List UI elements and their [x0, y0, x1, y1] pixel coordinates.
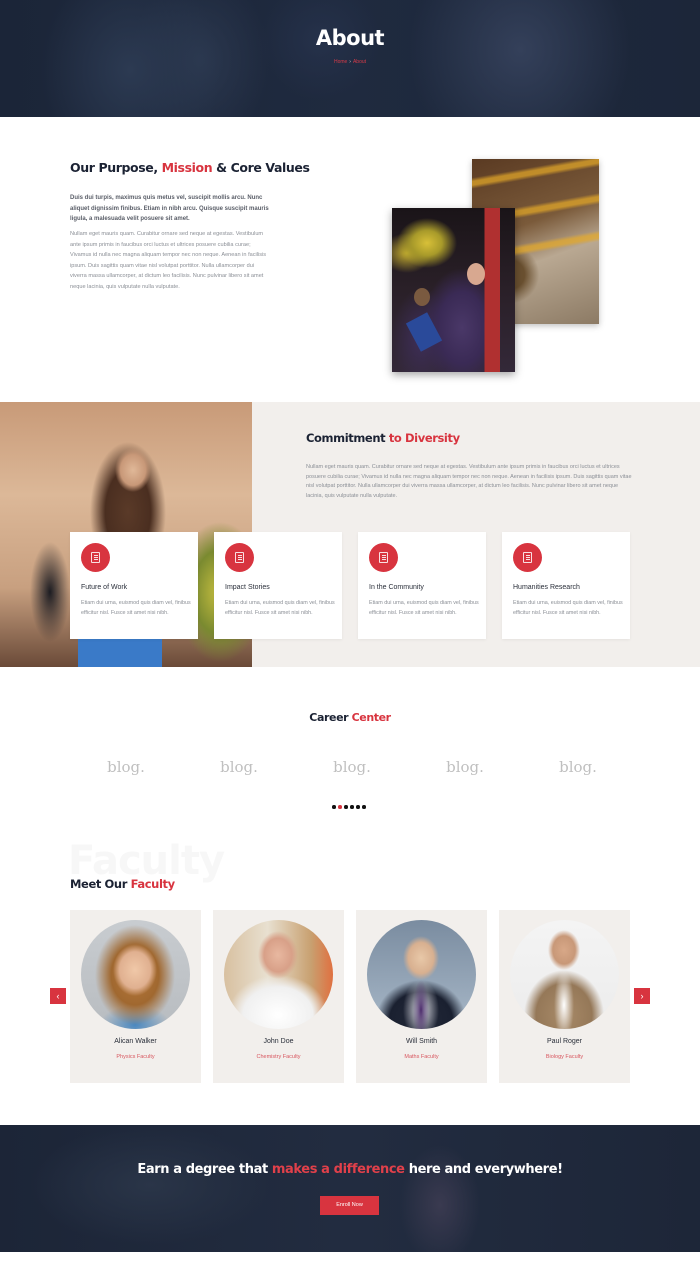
info-card-impact-stories[interactable]: Impact Stories Etiam dui urna, euismod q…	[214, 532, 342, 639]
info-card-future-of-work[interactable]: Future of Work Etiam dui urna, euismod q…	[70, 532, 198, 639]
diversity-heading: Commitment to Diversity	[306, 431, 460, 445]
partner-logo[interactable]: blog.	[435, 758, 495, 776]
diversity-heading-part: Commitment	[306, 431, 389, 445]
faculty-heading: Meet Our Faculty	[70, 877, 175, 891]
purpose-heading-part: & Core Values	[212, 160, 310, 175]
document-icon	[225, 543, 254, 572]
info-card-text: Etiam dui urna, euismod quis diam vel, f…	[369, 600, 479, 616]
info-card-title: Impact Stories	[225, 584, 270, 591]
career-heading-part: Career	[309, 711, 352, 724]
info-card-title: Future of Work	[81, 584, 128, 591]
info-card-title: Humanities Research	[513, 584, 580, 591]
chevron-right-icon: ›	[640, 991, 644, 1001]
faculty-name: Alican Walker	[114, 1038, 157, 1045]
faculty-heading-part: Meet Our	[70, 877, 131, 891]
partner-logo[interactable]: blog.	[548, 758, 608, 776]
page-title: About	[315, 26, 385, 50]
faculty-card[interactable]: Alican Walker Physics Faculty	[70, 910, 201, 1083]
faculty-next-button[interactable]: ›	[634, 988, 650, 1004]
carousel-dot[interactable]	[338, 805, 342, 809]
info-card-in-the-community[interactable]: In the Community Etiam dui urna, euismod…	[358, 532, 486, 639]
career-heading-accent: Center	[351, 711, 392, 724]
info-card-text: Etiam dui urna, euismod quis diam vel, f…	[225, 600, 335, 616]
diversity-body-text: Nullam eget mauris quam. Curabitur ornar…	[306, 464, 632, 499]
document-icon	[81, 543, 110, 572]
graduation-photo	[392, 208, 515, 372]
faculty-department: Biology Faculty	[545, 1054, 584, 1060]
faculty-name: Will Smith	[405, 1038, 438, 1045]
diploma-shape	[405, 312, 443, 352]
carousel-dot[interactable]	[356, 805, 360, 809]
carousel-pagination	[332, 805, 366, 809]
chevron-left-icon: ‹	[56, 991, 60, 1001]
cta-heading: Earn a degree that makes a difference he…	[0, 1162, 700, 1177]
faculty-card[interactable]: Will Smith Maths Faculty	[356, 910, 487, 1083]
faculty-name: Paul Roger	[546, 1038, 583, 1045]
enroll-now-button[interactable]: Enroll Now	[320, 1196, 379, 1215]
cta-heading-part: Earn a degree that	[137, 1162, 272, 1177]
faculty-avatar	[367, 920, 476, 1029]
student-head-shape	[414, 288, 430, 306]
breadcrumb-separator: ›	[349, 59, 351, 65]
graduate-face-shape	[467, 263, 485, 285]
faculty-heading-accent: Faculty	[130, 877, 175, 891]
info-card-text: Etiam dui urna, euismod quis diam vel, f…	[513, 600, 623, 616]
document-icon	[513, 543, 542, 572]
info-card-title: In the Community	[369, 584, 424, 591]
purpose-heading-part: Our Purpose,	[70, 160, 162, 175]
faculty-prev-button[interactable]: ‹	[50, 988, 66, 1004]
career-heading: Career Center	[0, 711, 700, 724]
faculty-avatar	[510, 920, 619, 1029]
cta-heading-part: here and everywhere!	[404, 1162, 563, 1177]
info-card-humanities-research[interactable]: Humanities Research Etiam dui urna, euis…	[502, 532, 630, 639]
purpose-heading: Our Purpose, Mission & Core Values	[70, 160, 310, 175]
document-icon	[369, 543, 398, 572]
breadcrumb-current: About	[352, 59, 367, 65]
faculty-department: Chemistry Faculty	[256, 1054, 301, 1060]
breadcrumb: Home › About	[0, 59, 700, 65]
partner-logo[interactable]: blog.	[209, 758, 269, 776]
cta-heading-accent: makes a difference	[271, 1162, 405, 1177]
purpose-heading-accent: Mission	[161, 160, 213, 175]
purpose-body-text: Nullam eget mauris quam. Curabitur ornar…	[70, 231, 267, 290]
carousel-dot[interactable]	[362, 805, 366, 809]
partner-logo[interactable]: blog.	[96, 758, 156, 776]
faculty-avatar	[81, 920, 190, 1029]
faculty-avatar	[224, 920, 333, 1029]
breadcrumb-home-link[interactable]: Home	[334, 59, 347, 65]
info-card-text: Etiam dui urna, euismod quis diam vel, f…	[81, 600, 191, 616]
carousel-dot[interactable]	[350, 805, 354, 809]
faculty-department: Maths Faculty	[404, 1054, 439, 1060]
partner-logo[interactable]: blog.	[322, 758, 382, 776]
faculty-name: John Doe	[263, 1038, 294, 1045]
faculty-card[interactable]: Paul Roger Biology Faculty	[499, 910, 630, 1083]
purpose-lead-text: Duis dui turpis, maximus quis metus vel,…	[70, 195, 269, 222]
diversity-heading-accent: to Diversity	[388, 431, 460, 445]
carousel-dot[interactable]	[332, 805, 336, 809]
carousel-dot[interactable]	[344, 805, 348, 809]
faculty-card[interactable]: John Doe Chemistry Faculty	[213, 910, 344, 1083]
cta-banner	[0, 1125, 700, 1252]
faculty-department: Physics Faculty	[116, 1054, 155, 1060]
